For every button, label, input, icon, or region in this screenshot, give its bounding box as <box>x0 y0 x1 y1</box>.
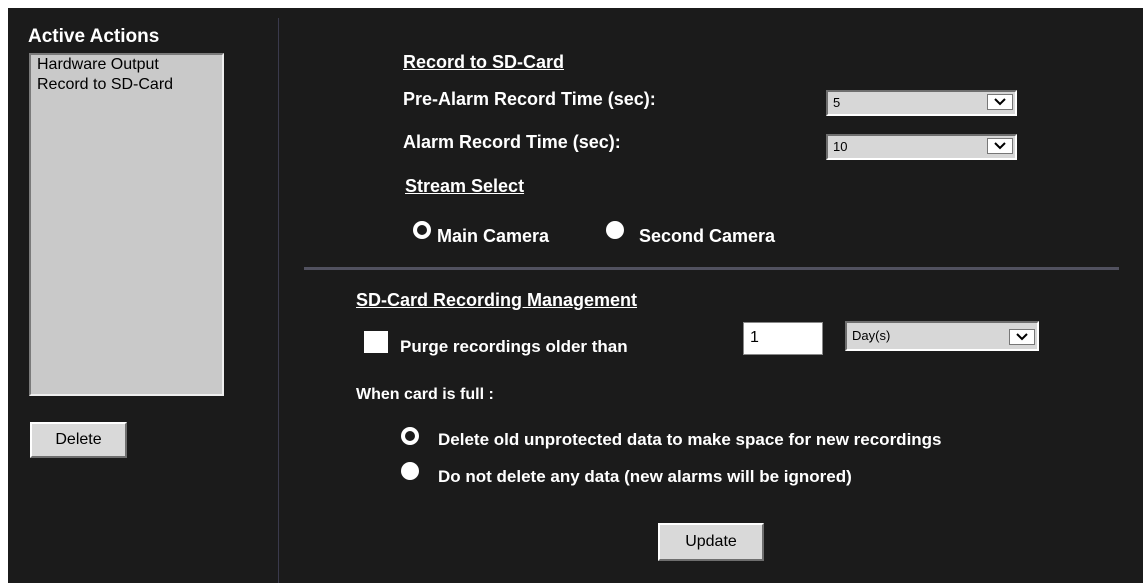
list-item[interactable]: Record to SD-Card <box>31 75 222 95</box>
do-not-delete-label: Do not delete any data (new alarms will … <box>438 467 852 486</box>
card-full-label: When card is full : <box>356 386 494 403</box>
record-heading: Record to SD-Card <box>403 52 565 72</box>
alarm-value: 10 <box>833 139 848 154</box>
alarm-select[interactable]: 10 <box>826 134 1017 160</box>
pre-alarm-value: 5 <box>833 95 841 110</box>
purge-label: Purge recordings older than <box>400 337 628 356</box>
list-item[interactable]: Hardware Output <box>31 55 222 75</box>
radio-delete-old[interactable] <box>399 425 421 447</box>
horizontal-divider <box>304 267 1119 270</box>
second-camera-label: Second Camera <box>639 226 776 246</box>
chevron-down-icon[interactable] <box>1009 329 1035 345</box>
update-button[interactable]: Update <box>658 523 764 561</box>
pre-alarm-label: Pre-Alarm Record Time (sec): <box>403 89 656 109</box>
chevron-down-icon[interactable] <box>987 138 1013 154</box>
active-actions-title: Active Actions <box>28 26 160 47</box>
chevron-down-icon[interactable] <box>987 94 1013 110</box>
management-heading: SD-Card Recording Management <box>356 290 638 310</box>
alarm-label: Alarm Record Time (sec): <box>403 132 621 152</box>
purge-checkbox[interactable] <box>364 331 388 353</box>
vertical-divider <box>278 18 279 583</box>
radio-second-camera[interactable] <box>604 219 626 241</box>
app-window: Active Actions Hardware Output Record to… <box>8 8 1143 583</box>
delete-old-label: Delete old unprotected data to make spac… <box>438 430 942 449</box>
purge-unit-value: Day(s) <box>852 328 891 343</box>
purge-days-input[interactable]: 1 <box>743 322 823 355</box>
main-camera-label: Main Camera <box>437 226 550 246</box>
stream-select-heading: Stream Select <box>405 176 525 196</box>
radio-main-camera[interactable] <box>411 219 433 241</box>
radio-do-not-delete[interactable] <box>399 460 421 482</box>
active-actions-list[interactable]: Hardware Output Record to SD-Card <box>29 53 224 396</box>
pre-alarm-select[interactable]: 5 <box>826 90 1017 116</box>
purge-unit-select[interactable]: Day(s) <box>845 321 1039 351</box>
delete-button[interactable]: Delete <box>30 422 127 458</box>
